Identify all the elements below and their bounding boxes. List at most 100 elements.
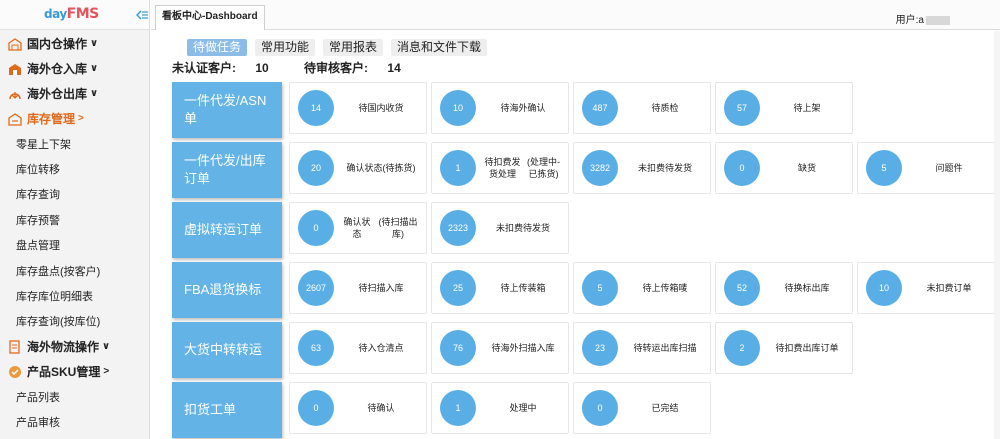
inventory-icon: [8, 112, 22, 126]
task-card[interactable]: 20 确认状态 (待拣货): [289, 142, 427, 194]
task-card[interactable]: 2 待扣费出库订单: [715, 322, 853, 374]
menu-group-label: 海外仓入库: [27, 62, 88, 76]
subtab-todo[interactable]: 待做任务: [187, 39, 248, 56]
task-label: 待转运出库扫描: [624, 323, 706, 373]
task-label: 确认状态 (待扫描出库): [340, 203, 422, 253]
menu-group-overseas-outbound[interactable]: 海外仓出库 ∨: [0, 81, 150, 106]
task-label: 未扣费待发货: [482, 203, 564, 253]
task-count-badge[interactable]: 5: [866, 150, 902, 186]
task-card[interactable]: 1 处理中: [431, 382, 569, 434]
row-title-line1: 一件代发/ASN: [184, 93, 267, 108]
task-count-badge[interactable]: 1: [440, 390, 476, 426]
logo-bar: dayFMS: [0, 0, 149, 30]
task-count-badge[interactable]: 10: [866, 270, 902, 306]
menu-group-overseas-logistics[interactable]: 海外物流操作 ∨: [0, 334, 150, 359]
task-count-badge[interactable]: 0: [298, 390, 334, 426]
sidebar-item-query-by-location[interactable]: 库存查询(按库位): [0, 309, 150, 334]
collapse-menu-icon[interactable]: [136, 9, 148, 21]
task-label-line: 问题件: [935, 163, 963, 173]
sidebar-item-stocktake-by-customer[interactable]: 库存盘点(按客户): [0, 258, 150, 283]
task-label-line: 未扣费待发货: [637, 163, 692, 173]
task-count-badge[interactable]: 0: [724, 150, 760, 186]
scrollbar[interactable]: [994, 31, 1000, 439]
subtab-common-functions[interactable]: 常用功能: [255, 39, 316, 56]
task-card[interactable]: 10 未扣费订单: [857, 262, 995, 314]
task-count-badge[interactable]: 2: [724, 330, 760, 366]
sidebar-item-product-review[interactable]: 产品审核: [0, 410, 150, 435]
menu-group-overseas-inbound[interactable]: 海外仓入库 ∨: [0, 56, 150, 81]
task-card[interactable]: 76 待海外扫描入库: [431, 322, 569, 374]
task-card[interactable]: 10 待海外确认: [431, 82, 569, 134]
task-card[interactable]: 5 问题件: [857, 142, 995, 194]
task-card[interactable]: 2323 未扣费待发货: [431, 202, 569, 254]
task-label-line: 确认状态: [343, 217, 371, 239]
row-title-text: 大货中转转运: [184, 341, 262, 359]
sidebar-item-piece-shelving[interactable]: 零星上下架: [0, 131, 150, 156]
task-card[interactable]: 3282 未扣费待发货: [573, 142, 711, 194]
sidebar-item-inventory-query[interactable]: 库存查询: [0, 182, 150, 207]
task-count-badge[interactable]: 1: [440, 150, 476, 186]
task-count-badge[interactable]: 0: [582, 390, 618, 426]
task-count-badge[interactable]: 23: [582, 330, 618, 366]
row-title-line1: 虚拟转运订单: [184, 222, 263, 237]
task-count-badge[interactable]: 52: [724, 270, 760, 306]
sidebar-item-location-transfer[interactable]: 库位转移: [0, 156, 150, 181]
task-card[interactable]: 14 待国内收货: [289, 82, 427, 134]
product-icon: [9, 365, 21, 378]
task-card[interactable]: 52 待换标出库: [715, 262, 853, 314]
task-count-badge[interactable]: 76: [440, 330, 476, 366]
task-card[interactable]: 2607 待扫描入库: [289, 262, 427, 314]
task-card[interactable]: 487 待质检: [573, 82, 711, 134]
sidebar-item-location-detail[interactable]: 库存库位明细表: [0, 283, 150, 308]
task-label-line: 待上架: [793, 103, 821, 113]
task-count-badge[interactable]: 20: [298, 150, 334, 186]
task-card[interactable]: 5 待上传箱唛: [573, 262, 711, 314]
inbound-icon: [9, 63, 21, 75]
tab-dashboard[interactable]: 看板中心-Dashboard: [155, 5, 265, 30]
task-count-badge[interactable]: 10: [440, 90, 476, 126]
task-card[interactable]: 23 待转运出库扫描: [573, 322, 711, 374]
task-label-line: 待扣费发货处理: [484, 157, 521, 179]
task-card[interactable]: 0 缺货: [715, 142, 853, 194]
sidebar-item-inventory-alert[interactable]: 库存预警: [0, 207, 150, 232]
subtab-messages-downloads[interactable]: 消息和文件下载: [391, 39, 488, 56]
task-label: 待上传箱唛: [624, 263, 706, 313]
sidebar-item-product-list[interactable]: 产品列表: [0, 384, 150, 409]
menu-group-domestic[interactable]: 国内仓操作 ∨: [0, 31, 150, 56]
task-card[interactable]: 1 待扣费发货处理 (处理中-已拣货): [431, 142, 569, 194]
logo: dayFMS: [44, 6, 99, 22]
task-count-badge[interactable]: 3282: [582, 150, 618, 186]
task-count-badge[interactable]: 25: [440, 270, 476, 306]
row-title-line1: FBA退货换标: [184, 282, 262, 297]
task-count-badge[interactable]: 5: [582, 270, 618, 306]
subtab-common-reports[interactable]: 常用报表: [323, 39, 384, 56]
task-count-badge[interactable]: 0: [298, 210, 334, 246]
task-label-line: 待确认: [367, 403, 395, 413]
row-title-line2: 订单: [184, 171, 211, 186]
task-label: 处理中: [482, 383, 564, 433]
task-card[interactable]: 0 待确认: [289, 382, 427, 434]
row-title-line1: 一件代发/出库: [184, 153, 266, 168]
task-count-badge[interactable]: 14: [298, 90, 334, 126]
sidebar: dayFMS 国内仓操作 ∨ 海外仓入库 ∨ 海外仓出库 ∨ 库存管理 > 零星…: [0, 0, 150, 439]
row-title: FBA退货换标: [172, 262, 282, 318]
task-count-badge[interactable]: 57: [724, 90, 760, 126]
task-count-badge[interactable]: 2607: [298, 270, 334, 306]
task-card[interactable]: 57 待上架: [715, 82, 853, 134]
task-label-line: 待扣费出库订单: [775, 343, 839, 353]
task-label: 待质检: [624, 83, 706, 133]
chevron-down-icon: ∨: [90, 63, 99, 74]
task-card[interactable]: 0 确认状态 (待扫描出库): [289, 202, 427, 254]
task-card[interactable]: 25 待上传装箱: [431, 262, 569, 314]
menu-group-product-sku[interactable]: 产品SKU管理 >: [0, 359, 150, 384]
task-card[interactable]: 63 待入仓清点: [289, 322, 427, 374]
sidebar-item-stocktake[interactable]: 盘点管理: [0, 233, 150, 258]
task-count-badge[interactable]: 63: [298, 330, 334, 366]
task-card[interactable]: 0 已完结: [573, 382, 711, 434]
task-label-line: (待扫描出库): [378, 217, 418, 239]
task-count-badge[interactable]: 487: [582, 90, 618, 126]
menu-group-inventory[interactable]: 库存管理 >: [0, 106, 150, 131]
subtab-bar: 待做任务 常用功能 常用报表 消息和文件下载: [187, 39, 488, 56]
task-count-badge[interactable]: 2323: [440, 210, 476, 246]
task-label-line: 待海外确认: [500, 103, 546, 113]
